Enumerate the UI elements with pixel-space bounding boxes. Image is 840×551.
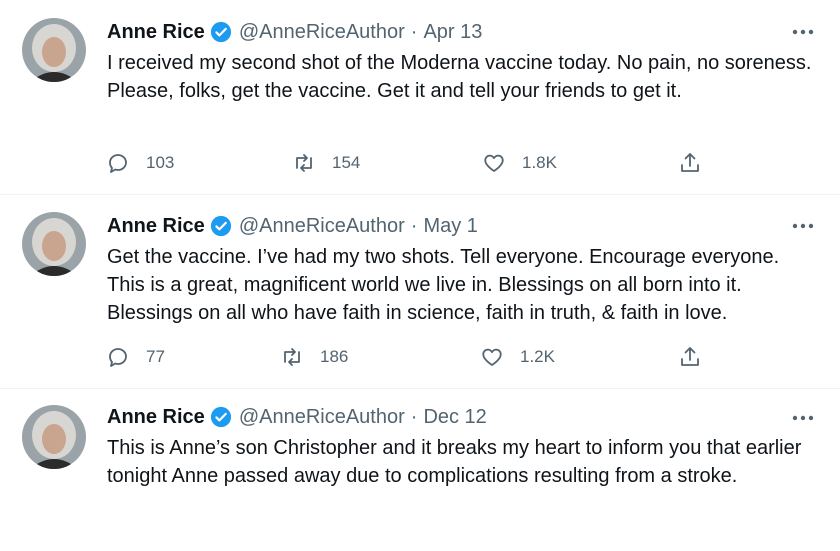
avatar-image xyxy=(22,405,86,469)
timestamp[interactable]: May 1 xyxy=(423,215,477,238)
more-options-icon[interactable] xyxy=(788,408,818,428)
retweet-icon xyxy=(296,154,312,172)
like-count: 1.8K xyxy=(522,153,557,172)
avatar[interactable] xyxy=(22,212,86,276)
author-name[interactable]: Anne Rice xyxy=(107,21,205,44)
share-button[interactable] xyxy=(678,150,702,176)
avatar[interactable] xyxy=(22,18,86,82)
retweet-button[interactable]: 154 xyxy=(292,150,360,176)
tweet-text: Get the vaccine. I’ve had my two shots. … xyxy=(107,246,780,324)
retweet-count: 154 xyxy=(332,153,361,172)
reply-button[interactable]: 103 xyxy=(106,150,174,176)
author-name[interactable]: Anne Rice xyxy=(107,215,205,238)
avatar-image xyxy=(22,212,86,276)
author-name[interactable]: Anne Rice xyxy=(107,406,205,429)
action-bar: 77 186 1.2K xyxy=(106,344,706,370)
more-options-icon[interactable] xyxy=(788,216,818,236)
separator: · xyxy=(410,20,418,43)
more-options-icon[interactable] xyxy=(788,22,818,42)
share-button[interactable] xyxy=(678,344,702,370)
like-icon xyxy=(482,348,502,366)
like-icon xyxy=(484,154,504,172)
tweet[interactable]: Anne Rice @AnneRiceAuthor · Apr 13 I rec… xyxy=(0,0,840,195)
author-handle[interactable]: @AnneRiceAuthor xyxy=(239,21,405,44)
retweet-button[interactable]: 186 xyxy=(280,344,348,370)
tweet[interactable]: Anne Rice @AnneRiceAuthor · Dec 12 This … xyxy=(0,389,840,551)
tweet-text: This is Anne’s son Christopher and it br… xyxy=(107,437,802,487)
like-button[interactable]: 1.8K xyxy=(482,150,557,176)
reply-icon xyxy=(109,154,127,173)
author-handle[interactable]: @AnneRiceAuthor xyxy=(239,406,405,429)
separator: · xyxy=(410,405,418,428)
like-count: 1.2K xyxy=(520,347,555,366)
timestamp[interactable]: Apr 13 xyxy=(423,21,482,44)
retweet-icon xyxy=(284,348,300,366)
reply-count: 103 xyxy=(146,153,175,172)
separator: · xyxy=(410,214,418,237)
action-bar: 103 154 1.8K xyxy=(106,150,706,176)
verified-badge-icon xyxy=(210,406,232,428)
reply-icon xyxy=(109,348,127,367)
verified-badge-icon xyxy=(210,21,232,43)
reply-count: 77 xyxy=(146,347,165,366)
avatar-image xyxy=(22,18,86,82)
verified-badge-icon xyxy=(210,215,232,237)
reply-button[interactable]: 77 xyxy=(106,344,165,370)
share-icon xyxy=(681,153,699,172)
avatar[interactable] xyxy=(22,405,86,469)
author-handle[interactable]: @AnneRiceAuthor xyxy=(239,215,405,238)
tweet[interactable]: Anne Rice @AnneRiceAuthor · May 1 Get th… xyxy=(0,195,840,389)
retweet-count: 186 xyxy=(320,347,349,366)
timestamp[interactable]: Dec 12 xyxy=(423,406,486,429)
like-button[interactable]: 1.2K xyxy=(480,344,555,370)
tweet-text: I received my second shot of the Moderna… xyxy=(107,52,812,102)
share-icon xyxy=(681,347,699,366)
